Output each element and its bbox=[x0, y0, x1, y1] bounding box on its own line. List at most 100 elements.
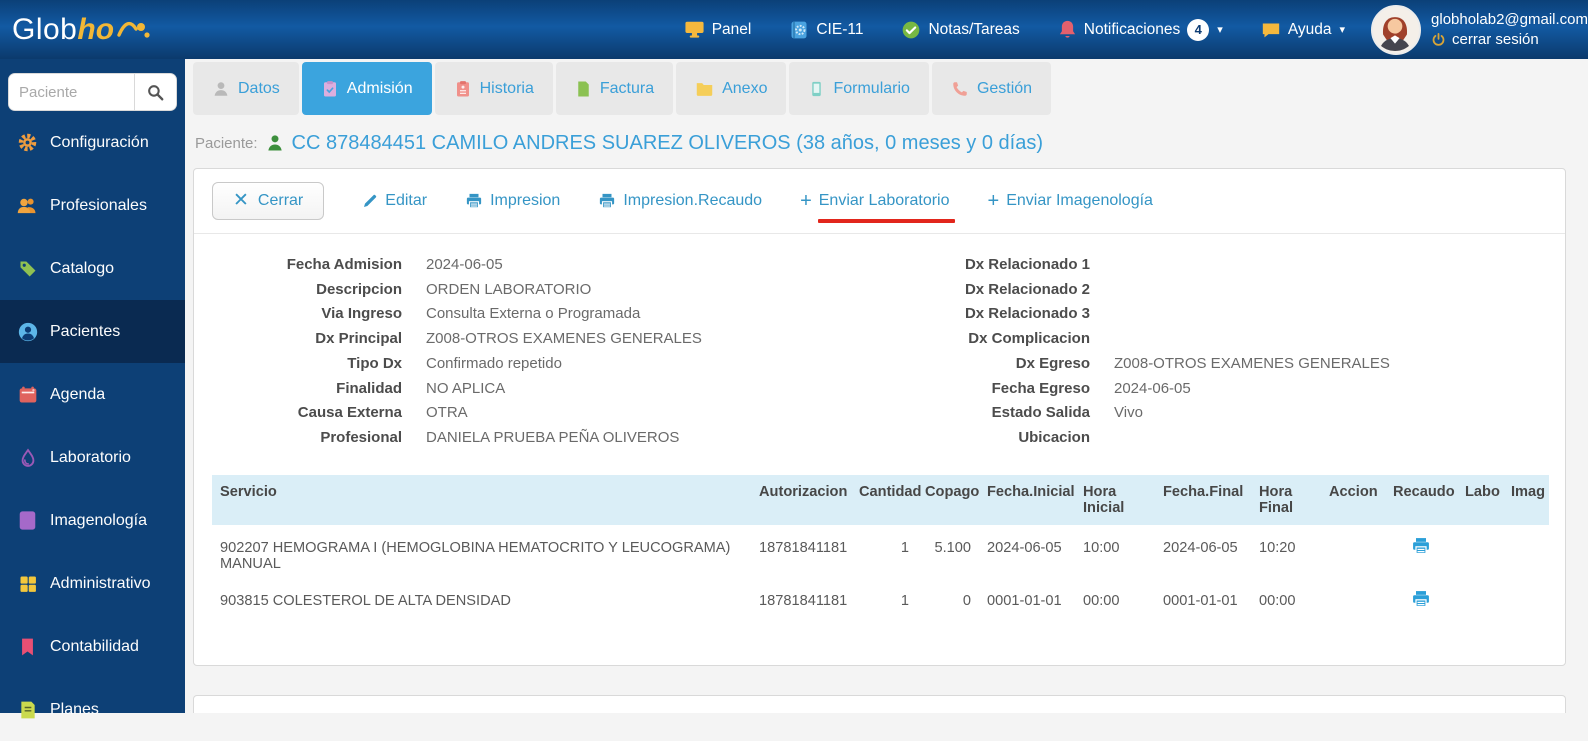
field-label: Dx Egreso bbox=[1015, 354, 1090, 372]
col-accion: Accion bbox=[1321, 474, 1385, 525]
tab-datos[interactable]: Datos bbox=[193, 62, 299, 115]
impresion-button[interactable]: Impresion bbox=[465, 192, 560, 210]
sidebar-item-planes[interactable]: Planes bbox=[0, 678, 185, 741]
user-email: globholab2@gmail.com bbox=[1431, 11, 1588, 28]
tab-historia[interactable]: Historia bbox=[434, 62, 553, 115]
sidebar-item-label: Pacientes bbox=[50, 322, 121, 340]
user-info: globholab2@gmail.com cerrar sesión bbox=[1431, 11, 1588, 48]
calendar-icon bbox=[16, 385, 39, 405]
print-receipt-icon[interactable] bbox=[1411, 536, 1431, 556]
tab-label: Admisión bbox=[346, 79, 413, 97]
field-label: Dx Relacionado 1 bbox=[964, 256, 1090, 273]
col-fecha-final: Fecha.Final bbox=[1155, 474, 1251, 525]
table-header-row: Servicio Autorizacion Cantidad Copago Fe… bbox=[212, 474, 1549, 525]
main-content: Datos Admisión Historia Factura Anexo Fo… bbox=[185, 59, 1588, 713]
cell-recaudo bbox=[1385, 578, 1457, 619]
nav-item-notas-tareas[interactable]: Notas/Tareas bbox=[901, 20, 1020, 40]
enviar-imagenologia-button[interactable]: + Enviar Imagenología bbox=[988, 190, 1153, 213]
nav-item-panel[interactable]: Panel bbox=[684, 20, 751, 39]
editar-button[interactable]: Editar bbox=[362, 192, 427, 210]
chevron-down-icon: ▾ bbox=[1217, 24, 1223, 36]
book-icon bbox=[789, 20, 809, 40]
print-receipt-icon[interactable] bbox=[1411, 589, 1431, 609]
col-recaudo: Recaudo bbox=[1385, 474, 1457, 525]
field-value: Confirmado repetido bbox=[426, 354, 562, 372]
sidebar-item-profesionales[interactable]: Profesionales bbox=[0, 174, 185, 237]
field-label: Dx Complicacion bbox=[968, 330, 1090, 348]
field-value: Z008-OTROS EXAMENES GENERALES bbox=[1114, 354, 1390, 372]
avatar[interactable] bbox=[1371, 4, 1422, 55]
field-value: 2024-06-05 bbox=[426, 256, 503, 273]
impresion-recaudo-button[interactable]: Impresion.Recaudo bbox=[598, 192, 762, 210]
nav-item-cie11[interactable]: CIE-11 bbox=[789, 20, 863, 40]
chat-icon bbox=[1261, 21, 1281, 39]
printer-icon bbox=[465, 192, 483, 210]
enviar-laboratorio-button[interactable]: + Enviar Laboratorio bbox=[800, 190, 955, 223]
col-servicio: Servicio bbox=[212, 474, 751, 525]
table-row: 902207 HEMOGRAMA I (HEMOGLOBINA HEMATOCR… bbox=[212, 525, 1549, 578]
next-panel-edge bbox=[193, 695, 1566, 713]
cell-fecha-inicial: 2024-06-05 bbox=[987, 539, 1062, 556]
field-value: DANIELA PRUEBA PEÑA OLIVEROS bbox=[426, 428, 680, 446]
cell-hora-inicial: 10:00 bbox=[1083, 539, 1120, 556]
note-icon bbox=[16, 700, 39, 720]
tab-admision[interactable]: Admisión bbox=[301, 62, 432, 115]
tab-anexo[interactable]: Anexo bbox=[676, 62, 787, 115]
gear-icon bbox=[16, 132, 39, 153]
sidebar-item-laboratorio[interactable]: Laboratorio bbox=[0, 426, 185, 489]
sidebar-item-label: Planes bbox=[50, 700, 99, 718]
search-button[interactable] bbox=[134, 74, 176, 110]
notifications-badge: 4 bbox=[1187, 18, 1210, 41]
field-value: OTRA bbox=[426, 404, 468, 422]
sidebar-item-catalogo[interactable]: Catalogo bbox=[0, 237, 185, 300]
tab-label: Gestión bbox=[976, 79, 1033, 97]
impresion-recaudo-label: Impresion.Recaudo bbox=[623, 192, 763, 209]
annotation-red-underline bbox=[818, 218, 955, 223]
col-labo: Labo bbox=[1457, 474, 1503, 525]
editar-label: Editar bbox=[385, 192, 428, 209]
cell-cantidad: 1 bbox=[900, 592, 909, 609]
cerrar-label: Cerrar bbox=[257, 192, 304, 209]
tab-label: Historia bbox=[479, 79, 534, 97]
cell-hora-inicial: 00:00 bbox=[1083, 592, 1120, 609]
tab-formulario[interactable]: Formulario bbox=[789, 62, 929, 115]
person-icon bbox=[212, 80, 230, 98]
col-copago: Copago bbox=[917, 474, 979, 525]
app-logo[interactable]: Glob ho bbox=[12, 13, 151, 47]
top-navbar: Glob ho Panel CIE-11 Notas/Tareas Notifi… bbox=[0, 0, 1588, 59]
sidebar-item-imagenologia[interactable]: Imagenología bbox=[0, 489, 185, 552]
logout-button[interactable]: cerrar sesión bbox=[1431, 31, 1588, 48]
check-circle-icon bbox=[901, 20, 921, 40]
cell-fecha-inicial: 0001-01-01 bbox=[987, 592, 1062, 609]
clipboard-icon bbox=[454, 80, 472, 98]
col-hora-inicial: Hora Inicial bbox=[1075, 474, 1155, 525]
sidebar-item-label: Configuración bbox=[50, 133, 149, 151]
sidebar-item-label: Administrativo bbox=[50, 574, 151, 592]
field-label: Via Ingreso bbox=[321, 305, 402, 323]
sidebar-item-contabilidad[interactable]: Contabilidad bbox=[0, 615, 185, 678]
printer-icon bbox=[598, 192, 616, 210]
details-right-column: Dx Relacionado 1 Dx Relacionado 2 Dx Rel… bbox=[772, 253, 1547, 451]
nav-item-ayuda[interactable]: Ayuda ▾ bbox=[1261, 21, 1345, 39]
monitor-icon bbox=[684, 20, 705, 39]
col-hora-final: Hora Final bbox=[1251, 474, 1321, 525]
nav-item-label: Notas/Tareas bbox=[928, 20, 1020, 38]
nav-item-notificaciones[interactable]: Notificaciones 4 ▾ bbox=[1058, 18, 1223, 41]
sidebar-item-configuracion[interactable]: Configuración bbox=[0, 111, 185, 174]
cell-accion bbox=[1321, 578, 1385, 619]
sidebar-item-label: Profesionales bbox=[50, 196, 147, 214]
field-value: Vivo bbox=[1114, 404, 1143, 422]
cerrar-button[interactable]: ✕ Cerrar bbox=[212, 182, 325, 220]
cell-cantidad: 1 bbox=[900, 539, 909, 556]
sidebar-item-pacientes[interactable]: Pacientes bbox=[0, 300, 185, 363]
logo-text-ho: ho bbox=[77, 12, 115, 46]
search-input[interactable] bbox=[9, 74, 134, 110]
sidebar-item-administrativo[interactable]: Administrativo bbox=[0, 552, 185, 615]
tab-factura[interactable]: Factura bbox=[555, 62, 674, 115]
logo-text-glob: Glob bbox=[12, 12, 78, 46]
sidebar-item-agenda[interactable]: Agenda bbox=[0, 363, 185, 426]
cell-accion bbox=[1321, 525, 1385, 578]
tab-gestion[interactable]: Gestión bbox=[931, 62, 1052, 115]
field-label: Estado Salida bbox=[991, 404, 1090, 422]
col-fecha-inicial: Fecha.Inicial bbox=[979, 474, 1075, 525]
